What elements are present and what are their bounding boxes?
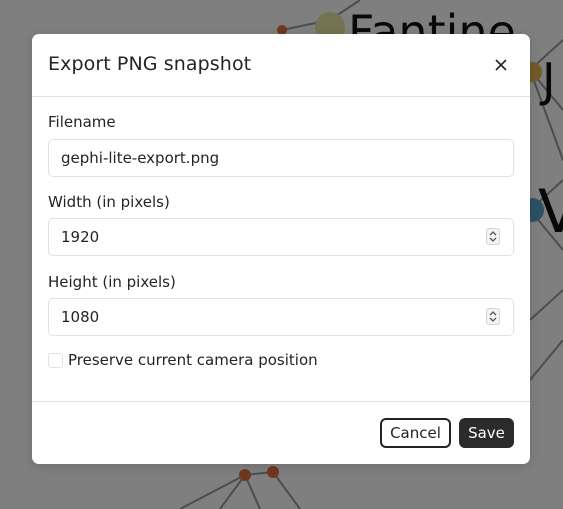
export-png-dialog: Export PNG snapshot Filename Width (in p… (32, 34, 530, 464)
width-stepper[interactable] (486, 228, 500, 245)
stepper-arrows-icon (489, 311, 497, 322)
filename-input[interactable] (48, 139, 514, 177)
width-field (48, 218, 514, 256)
dialog-footer: Cancel Save (32, 401, 530, 464)
preserve-camera-checkbox[interactable] (48, 353, 63, 368)
height-field (48, 298, 514, 336)
stepper-arrows-icon (489, 231, 497, 242)
width-label: Width (in pixels) (48, 193, 170, 211)
close-icon (495, 59, 507, 71)
close-button[interactable] (490, 54, 512, 76)
dialog-header: Export PNG snapshot (32, 34, 530, 97)
height-input[interactable] (48, 298, 514, 336)
height-label: Height (in pixels) (48, 273, 176, 291)
width-input[interactable] (48, 218, 514, 256)
filename-label: Filename (48, 113, 116, 131)
height-stepper[interactable] (486, 308, 500, 325)
save-button[interactable]: Save (459, 418, 514, 448)
preserve-camera-label[interactable]: Preserve current camera position (68, 351, 318, 369)
cancel-button[interactable]: Cancel (380, 418, 451, 448)
dialog-title: Export PNG snapshot (48, 53, 252, 75)
dialog-body: Filename Width (in pixels) Height (in pi… (32, 97, 530, 401)
